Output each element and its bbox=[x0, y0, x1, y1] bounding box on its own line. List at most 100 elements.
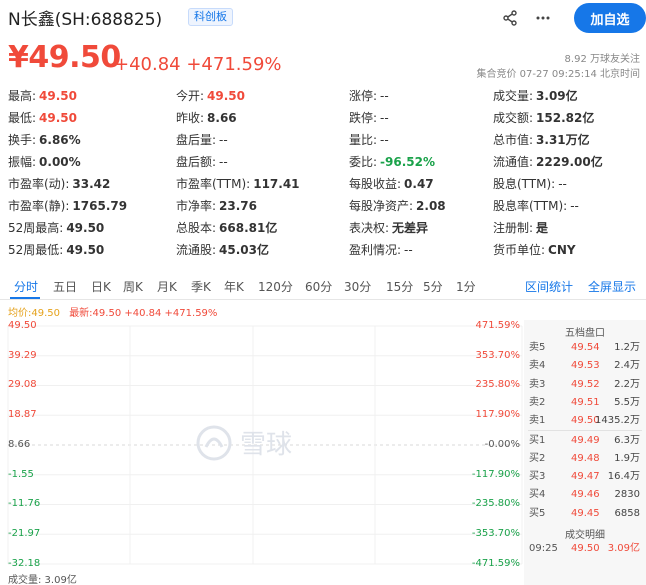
stat-value: 8.66 bbox=[207, 111, 237, 125]
stat-label: 52周最低: bbox=[8, 243, 64, 257]
order-level-volume: 1435.2万 bbox=[595, 415, 640, 427]
order-level-volume: 16.4万 bbox=[607, 471, 640, 483]
stat-value: -- bbox=[380, 89, 389, 103]
tab-2[interactable]: 日K bbox=[91, 278, 111, 295]
order-level-price: 49.54 bbox=[571, 342, 600, 353]
order-level-volume: 1.2万 bbox=[614, 342, 640, 353]
stat-value: 0.00% bbox=[39, 155, 81, 169]
stat-value: -- bbox=[219, 155, 228, 169]
order-level-name: 买3 bbox=[529, 471, 546, 483]
tab-7[interactable]: 120分 bbox=[258, 278, 293, 295]
tab-9[interactable]: 30分 bbox=[344, 278, 371, 295]
stat-label: 货币单位: bbox=[493, 243, 546, 257]
right-axis-tick: -0.00% bbox=[484, 438, 520, 450]
right-axis-tick: -353.70% bbox=[471, 527, 520, 539]
tab-1[interactable]: 五日 bbox=[53, 278, 77, 295]
stat-5-2: 每股净资产: 2.08 bbox=[349, 195, 446, 217]
order-level-name: 卖4 bbox=[529, 360, 546, 372]
order-level-price: 49.52 bbox=[571, 378, 600, 390]
stat-value: 45.03亿 bbox=[219, 243, 270, 257]
order-book-row: 卖4 49.53 2.4万 bbox=[524, 357, 646, 375]
stat-value: 3.31万亿 bbox=[536, 133, 590, 147]
price-change: +40.84 +471.59% bbox=[114, 54, 282, 75]
stat-value: 0.47 bbox=[404, 177, 434, 191]
order-book-title: 五档盘口 bbox=[565, 328, 605, 339]
more-icon[interactable] bbox=[533, 8, 553, 28]
stat-value: 无差异 bbox=[392, 221, 429, 235]
order-level-name: 卖5 bbox=[529, 342, 546, 353]
right-axis-tick: 235.80% bbox=[475, 379, 521, 391]
stat-6-3: 注册制: 是 bbox=[493, 217, 548, 239]
order-book-row: 买5 49.45 6858 bbox=[524, 505, 646, 523]
left-axis-tick: -11.76 bbox=[8, 498, 41, 510]
stat-value: 3.09亿 bbox=[536, 89, 578, 103]
add-watchlist-button[interactable]: 加自选 bbox=[574, 3, 646, 33]
stat-0-0: 最高: 49.50 bbox=[8, 85, 77, 107]
stat-label: 市盈率(动): bbox=[8, 177, 70, 191]
stat-label: 跌停: bbox=[349, 111, 378, 125]
order-level-name: 买5 bbox=[529, 507, 546, 519]
stat-label: 总市值: bbox=[493, 133, 534, 147]
order-level-name: 买2 bbox=[529, 452, 546, 464]
stat-6-0: 52周最高: 49.50 bbox=[8, 217, 104, 239]
stat-value: 49.50 bbox=[39, 89, 78, 103]
left-axis-tick: 8.66 bbox=[8, 438, 31, 450]
stat-7-2: 盈利情况: -- bbox=[349, 239, 413, 261]
stat-label: 最高: bbox=[8, 89, 37, 103]
board-badge: 科创板 bbox=[188, 8, 233, 26]
range-stats-link[interactable]: 区间统计 bbox=[525, 278, 573, 295]
stat-label: 总股本: bbox=[176, 221, 217, 235]
stat-label: 市净率: bbox=[176, 199, 217, 213]
order-level-name: 卖3 bbox=[529, 378, 546, 390]
left-axis-tick: 39.29 bbox=[8, 349, 37, 361]
stat-5-3: 股息率(TTM): -- bbox=[493, 195, 579, 217]
order-book-row: 买1 49.49 6.3万 bbox=[524, 432, 646, 450]
volume-label: 成交量: 3.09亿 bbox=[8, 575, 77, 585]
order-book-row: 卖2 49.51 5.5万 bbox=[524, 394, 646, 412]
tab-12[interactable]: 1分 bbox=[456, 278, 476, 295]
stat-value: -- bbox=[404, 243, 413, 257]
stat-label: 流通股: bbox=[176, 243, 217, 257]
stat-value: 是 bbox=[536, 221, 549, 235]
left-axis-tick: 29.08 bbox=[8, 379, 37, 391]
stat-label: 股息率(TTM): bbox=[493, 199, 568, 213]
order-level-volume: 2830 bbox=[614, 489, 640, 501]
stat-4-2: 每股收益: 0.47 bbox=[349, 173, 434, 195]
order-level-volume: 1.9万 bbox=[614, 452, 640, 464]
fullscreen-link[interactable]: 全屏显示 bbox=[588, 278, 636, 295]
order-book-row: 买4 49.46 2830 bbox=[524, 486, 646, 504]
chart-legend: 均价:49.50 最新:49.50 +40.84 +471.59% bbox=[8, 304, 217, 319]
tab-3[interactable]: 周K bbox=[123, 278, 143, 295]
stat-3-0: 振幅: 0.00% bbox=[8, 151, 81, 173]
order-level-volume: 2.2万 bbox=[614, 378, 640, 390]
tab-8[interactable]: 60分 bbox=[305, 278, 332, 295]
tab-5[interactable]: 季K bbox=[191, 278, 211, 295]
stat-6-2: 表决权: 无差异 bbox=[349, 217, 428, 239]
xueqiu-logo-icon bbox=[196, 425, 232, 460]
order-level-price: 49.46 bbox=[571, 489, 600, 501]
tab-0[interactable]: 分时 bbox=[14, 278, 38, 295]
stat-2-3: 总市值: 3.31万亿 bbox=[493, 129, 590, 151]
tab-4[interactable]: 月K bbox=[157, 278, 177, 295]
tab-11[interactable]: 5分 bbox=[423, 278, 443, 295]
share-icon[interactable] bbox=[500, 8, 520, 28]
stat-value: 668.81亿 bbox=[219, 221, 278, 235]
stat-label: 昨收: bbox=[176, 111, 205, 125]
right-axis-tick: 471.59% bbox=[475, 320, 521, 331]
stat-label: 市盈率(TTM): bbox=[176, 177, 251, 191]
order-level-price: 49.49 bbox=[571, 434, 600, 446]
tab-10[interactable]: 15分 bbox=[386, 278, 413, 295]
current-price: ¥49.50 bbox=[8, 40, 121, 75]
stat-label: 每股净资产: bbox=[349, 199, 414, 213]
order-book-row: 卖5 49.54 1.2万 bbox=[524, 339, 646, 357]
left-axis-tick: 49.50 bbox=[8, 320, 37, 331]
stat-label: 盘后额: bbox=[176, 155, 217, 169]
stat-value: 117.41 bbox=[253, 177, 300, 191]
stock-title: N长鑫(SH:688825) bbox=[8, 10, 163, 30]
stat-value: 49.50 bbox=[207, 89, 246, 103]
order-level-price: 49.45 bbox=[571, 507, 600, 519]
stat-2-2: 量比: -- bbox=[349, 129, 389, 151]
stat-value: -96.52% bbox=[380, 155, 436, 169]
tab-6[interactable]: 年K bbox=[224, 278, 244, 295]
order-level-price: 49.48 bbox=[571, 452, 600, 464]
